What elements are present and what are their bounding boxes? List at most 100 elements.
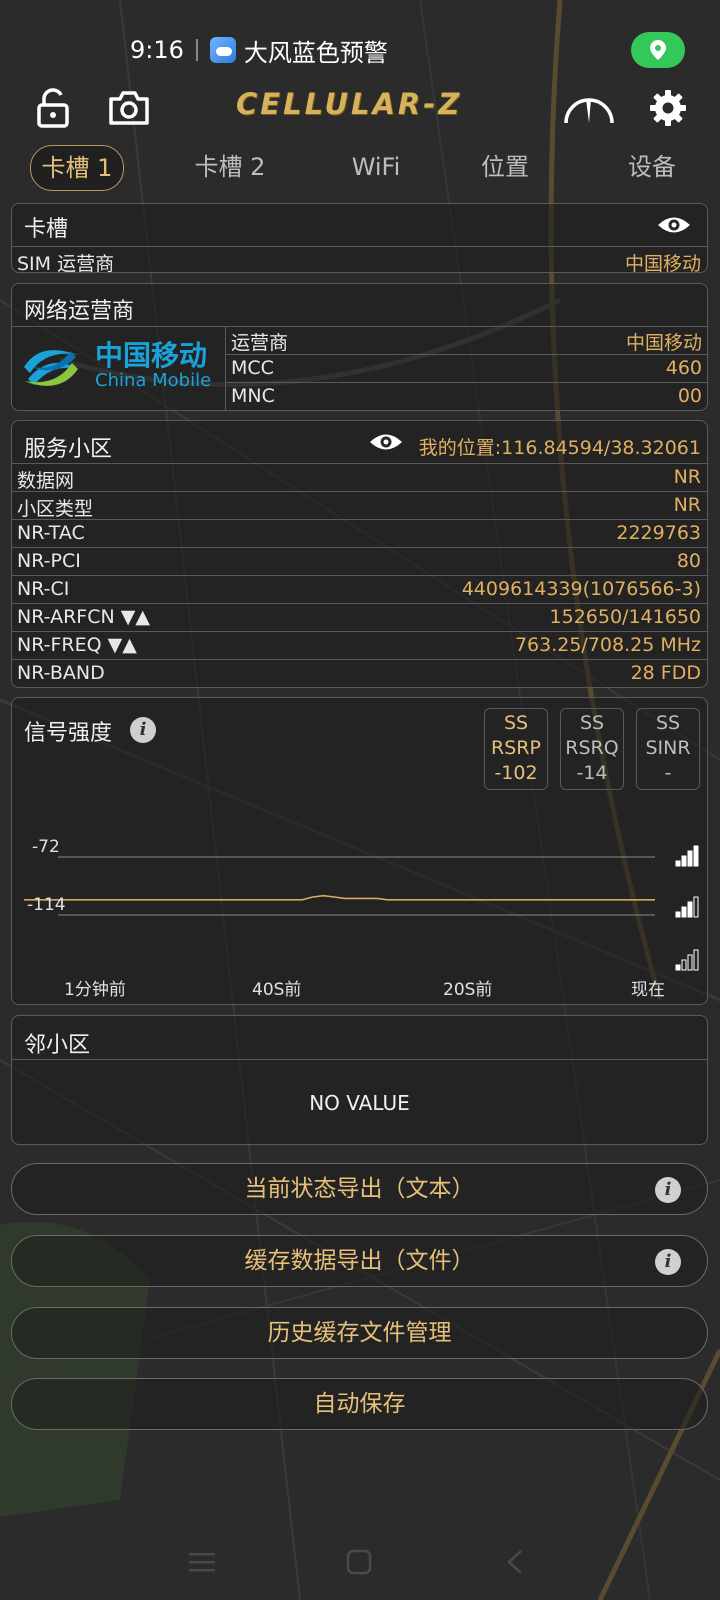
history-files-label: 历史缓存文件管理 xyxy=(267,1320,452,1346)
serving-cell-key: NR-CI xyxy=(17,578,70,600)
metric-sinr[interactable]: SS SINR - xyxy=(636,708,700,790)
serving-cell-value: NR xyxy=(673,494,701,516)
serving-cell-row: NR-TAC 2229763 xyxy=(12,519,707,546)
serving-cell-row: NR-ARFCN ▼▲ 152650/141650 xyxy=(12,603,707,630)
slot-card-title: 卡槽 xyxy=(24,217,69,242)
app-title: CELLULAR-Z xyxy=(236,87,463,121)
serving-cell-title: 服务小区 xyxy=(24,437,113,462)
history-files-button[interactable]: 历史缓存文件管理 xyxy=(11,1307,708,1359)
info-icon[interactable]: i xyxy=(655,1177,681,1203)
autosave-button[interactable]: 自动保存 xyxy=(11,1378,708,1430)
network-operator-card: 网络运营商 中国移动 China Mobile 运营商 中国移动 MCC 460 xyxy=(11,283,708,411)
export-file-label: 缓存数据导出（文件） xyxy=(244,1248,475,1274)
serving-cell-key: 数据网 xyxy=(17,470,75,492)
info-icon[interactable]: i xyxy=(130,717,156,743)
x-tick-label: 20S前 xyxy=(443,980,493,1000)
signal-strength-title: 信号强度 xyxy=(24,721,113,746)
metric-rsrq-line1: SS xyxy=(579,712,605,734)
camera-button[interactable] xyxy=(103,82,155,134)
operator-label: 运营商 xyxy=(231,332,289,354)
location-indicator[interactable] xyxy=(631,32,685,68)
export-text-label: 当前状态导出（文本） xyxy=(244,1176,475,1202)
tab-slot-1[interactable]: 卡槽 1 xyxy=(30,145,124,191)
metric-rsrq-line2: RSRQ xyxy=(565,737,619,759)
toolbar: CELLULAR-Z xyxy=(0,82,720,142)
metric-rsrq-value: -14 xyxy=(576,762,608,784)
info-icon[interactable]: i xyxy=(655,1249,681,1275)
serving-cell-card: 服务小区 我的位置:116.84594/38.32061 数据网 NR 小区类型 NR… xyxy=(11,420,708,688)
status-notification: 大风蓝色预警 xyxy=(243,38,388,67)
operator-value: 中国移动 xyxy=(625,332,702,354)
sim-operator-row: SIM 运营商 中国移动 xyxy=(12,246,707,275)
serving-cell-value: 2229763 xyxy=(616,522,701,544)
serving-cell-key: NR-BAND xyxy=(17,662,105,684)
speedometer-icon xyxy=(564,98,614,124)
status-time: 9:16 xyxy=(130,36,184,64)
network-operator-title: 网络运营商 xyxy=(24,299,135,324)
serving-cell-key: NR-TAC xyxy=(17,522,85,544)
my-location: 我的位置:116.84594/38.32061 xyxy=(418,437,701,459)
serving-cell-value: 4409614339(1076566-3) xyxy=(461,578,701,600)
tab-device[interactable]: 设备 xyxy=(614,145,690,189)
serving-cell-row: NR-PCI 80 xyxy=(12,547,707,574)
serving-cell-row: 数据网 NR xyxy=(12,463,707,492)
serving-cell-key: NR-PCI xyxy=(17,550,81,572)
x-tick-label: 1分钟前 xyxy=(64,980,126,1000)
export-text-button[interactable]: 当前状态导出（文本） i xyxy=(11,1163,708,1215)
sim-operator-label: SIM 运营商 xyxy=(17,253,115,275)
camera-icon xyxy=(109,91,149,125)
serving-cell-value: NR xyxy=(673,466,701,488)
speedometer-button[interactable] xyxy=(561,82,617,134)
weather-icon xyxy=(209,37,236,63)
serving-cell-row: 小区类型 NR xyxy=(12,491,707,520)
serving-cell-value: 28 FDD xyxy=(630,662,701,684)
mcc-value: 460 xyxy=(665,357,702,379)
tab-location[interactable]: 位置 xyxy=(470,145,540,189)
lock-button[interactable] xyxy=(27,82,79,134)
mnc-label: MNC xyxy=(231,385,275,407)
neighbor-cell-title: 邻小区 xyxy=(24,1033,91,1058)
settings-button[interactable] xyxy=(642,82,694,134)
neighbor-cell-card: 邻小区 NO VALUE xyxy=(11,1015,708,1145)
serving-cell-row: NR-FREQ ▼▲ 763.25/708.25 MHz xyxy=(12,631,707,658)
serving-cell-value: 763.25/708.25 MHz xyxy=(514,634,701,656)
slot-card: 卡槽 SIM 运营商 中国移动 xyxy=(11,203,708,275)
y-tick-label: -114 xyxy=(27,895,66,915)
operator-row: 运营商 中国移动 xyxy=(226,326,708,354)
tab-wifi[interactable]: WiFi xyxy=(336,145,416,189)
export-file-button[interactable]: 缓存数据导出（文件） i xyxy=(11,1235,708,1287)
serving-cell-key: NR-FREQ ▼▲ xyxy=(17,634,137,656)
signal-strength-card: 信号强度 i SS RSRP -102 SS RSRQ -14 SS SINR … xyxy=(11,697,708,1005)
mnc-value: 00 xyxy=(677,385,702,407)
tab-slot-2[interactable]: 卡槽 2 xyxy=(182,145,278,189)
x-tick-label: 40S前 xyxy=(252,980,302,1000)
metric-sinr-line2: SINR xyxy=(645,737,691,759)
serving-cell-key: NR-ARFCN ▼▲ xyxy=(17,606,150,628)
gear-icon xyxy=(650,90,686,126)
home-icon[interactable] xyxy=(345,1548,373,1576)
eye-icon[interactable] xyxy=(369,431,403,453)
metric-rsrp-line1: SS xyxy=(503,712,529,734)
system-navigation-bar xyxy=(0,1542,720,1582)
china-mobile-logo-icon xyxy=(24,350,78,386)
serving-cell-value: 80 xyxy=(676,550,701,572)
logo-text-en: China Mobile xyxy=(95,370,212,391)
logo-text-cn: 中国移动 xyxy=(95,339,208,372)
serving-cell-row: NR-BAND 28 FDD xyxy=(12,659,707,686)
eye-icon[interactable] xyxy=(657,214,691,236)
sim-operator-value: 中国移动 xyxy=(624,253,701,275)
metric-rsrp[interactable]: SS RSRP -102 xyxy=(484,708,548,790)
back-icon[interactable] xyxy=(504,1548,526,1576)
x-tick-label: 现在 xyxy=(631,980,665,1000)
status-bar: 9:16 大风蓝色预警 xyxy=(130,30,388,70)
mcc-label: MCC xyxy=(231,357,274,379)
menu-icon[interactable] xyxy=(187,1550,217,1574)
mnc-row: MNC 00 xyxy=(226,382,708,409)
location-pin-icon xyxy=(650,40,666,60)
metric-sinr-line1: SS xyxy=(655,712,681,734)
unlock-icon xyxy=(37,88,69,128)
autosave-label: 自动保存 xyxy=(313,1391,406,1417)
status-divider xyxy=(195,39,198,61)
serving-cell-rows: 数据网 NR 小区类型 NR NR-TAC 2229763 NR-PCI 80 NR-CI 440… xyxy=(12,463,707,689)
metric-rsrq[interactable]: SS RSRQ -14 xyxy=(560,708,624,790)
